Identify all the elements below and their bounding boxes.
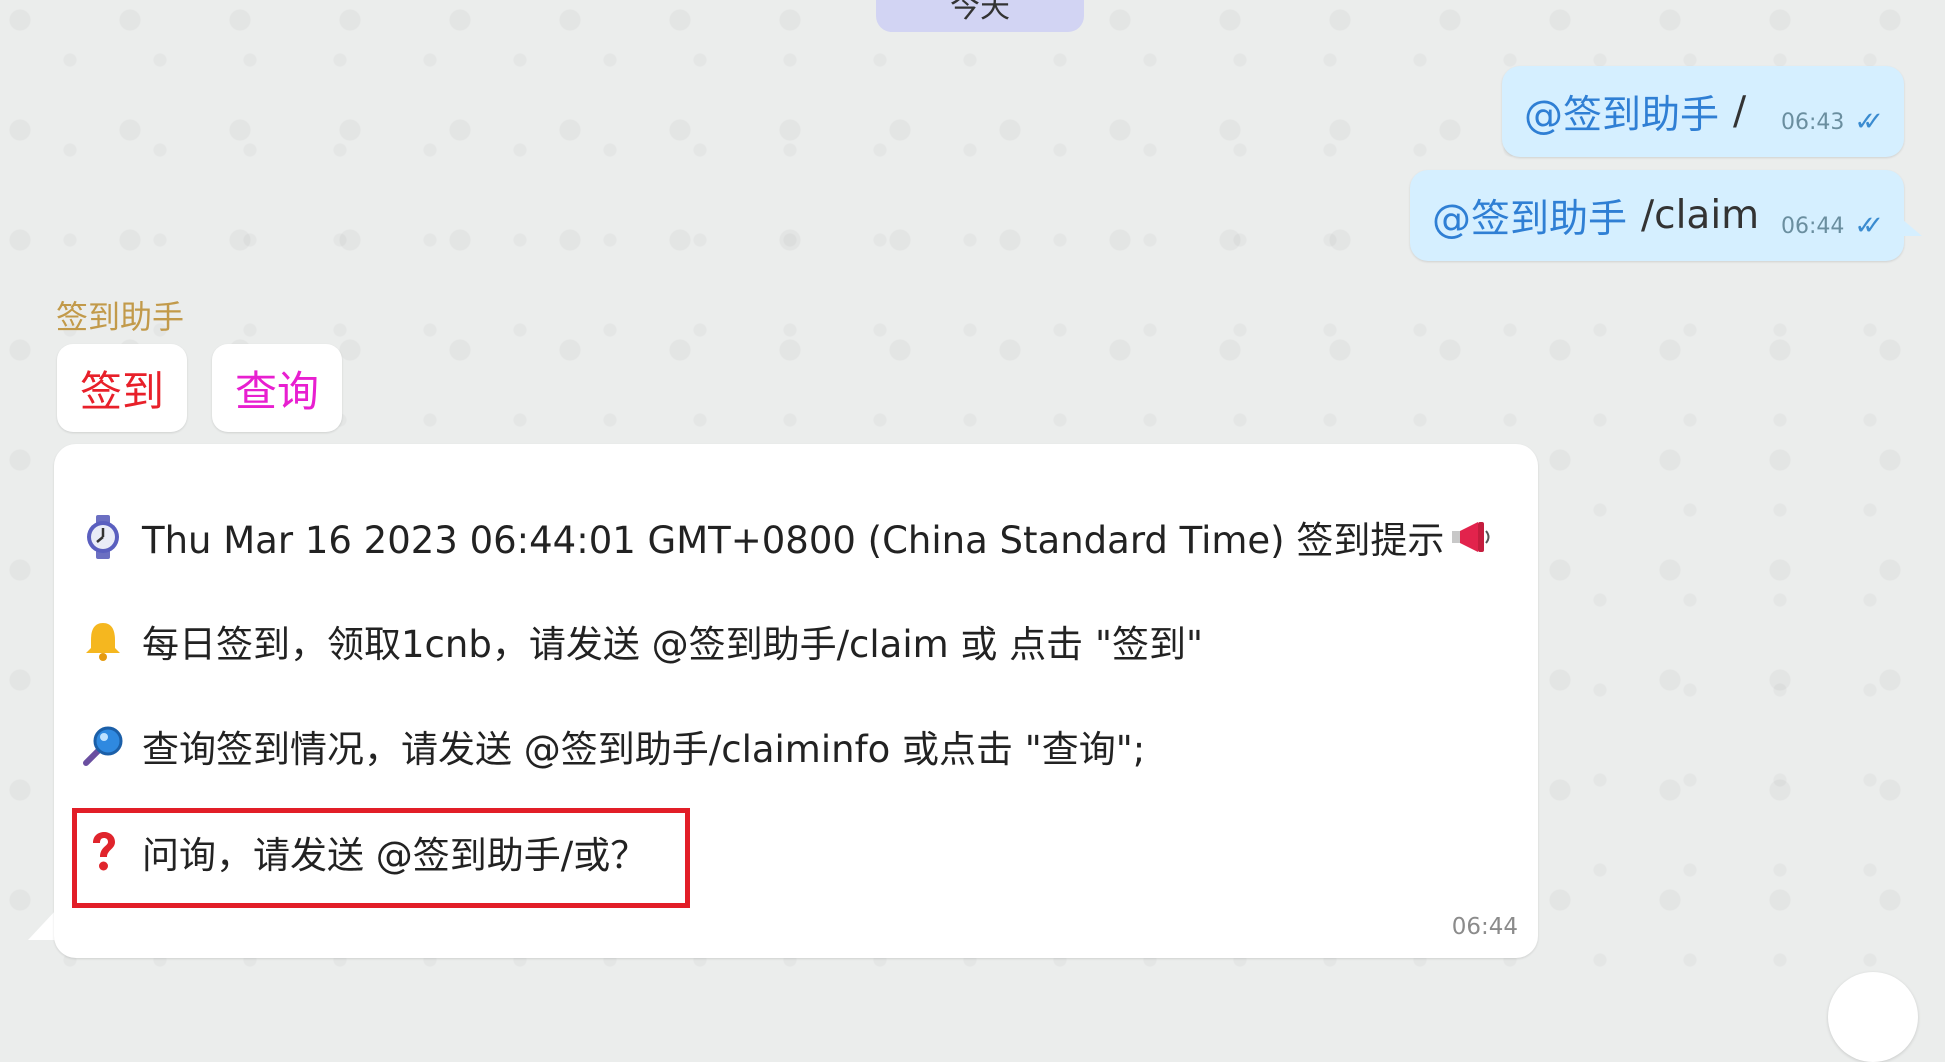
keyboard-button-sign-in[interactable]: 签到 (57, 344, 187, 432)
message-time: 06:44 (1451, 914, 1518, 940)
date-separator-label: 今天 (950, 0, 1010, 25)
question-mark-icon (80, 829, 126, 875)
bubble-tail (1896, 214, 1922, 236)
message-line: Thu Mar 16 2023 06:44:01 GMT+0800 (China… (80, 510, 1494, 564)
date-separator: 今天 (876, 0, 1084, 32)
megaphone-icon (1448, 514, 1494, 560)
message-line: 问询，请发送 @签到助手/或？ (80, 825, 647, 879)
double-check-icon: ✓✓ (1854, 107, 1883, 137)
keyboard-button-query[interactable]: 查询 (212, 344, 342, 432)
message-text: /claim (1641, 193, 1760, 238)
message-line-text: Thu Mar 16 2023 06:44:01 GMT+0800 (China… (142, 519, 1445, 562)
message-line-text: 每日签到，领取1cnb，请发送 @签到助手/claim 或 点击 "签到" (142, 623, 1203, 666)
message-time: 06:43 (1781, 109, 1845, 135)
message-text: / (1733, 89, 1747, 134)
double-check-icon: ✓✓ (1854, 211, 1883, 241)
bubble-tail (28, 910, 56, 940)
magnifier-icon (80, 723, 126, 769)
message-meta: 06:43 ✓✓ (1781, 107, 1884, 137)
message-meta: 06:44 ✓✓ (1781, 211, 1884, 241)
outgoing-message[interactable]: @签到助手 /claim 06:44 ✓✓ (1410, 170, 1904, 261)
watch-icon (80, 514, 126, 560)
message-line: 查询签到情况，请发送 @签到助手/claiminfo 或点击 "查询"; (80, 719, 1145, 773)
outgoing-message[interactable]: @签到助手 / 06:43 ✓✓ (1502, 66, 1904, 157)
message-line-text: 问询，请发送 @签到助手/或？ (142, 834, 648, 877)
incoming-message[interactable]: Thu Mar 16 2023 06:44:01 GMT+0800 (China… (54, 444, 1538, 958)
mention-link[interactable]: @签到助手 (1524, 84, 1719, 140)
message-line: 每日签到，领取1cnb，请发送 @签到助手/claim 或 点击 "签到" (80, 614, 1203, 668)
message-time: 06:44 (1781, 213, 1845, 239)
message-line-text: 查询签到情况，请发送 @签到助手/claiminfo 或点击 "查询"; (142, 728, 1146, 771)
sender-name[interactable]: 签到助手 (56, 292, 184, 338)
mention-link[interactable]: @签到助手 (1432, 188, 1627, 244)
bell-icon (80, 618, 126, 664)
